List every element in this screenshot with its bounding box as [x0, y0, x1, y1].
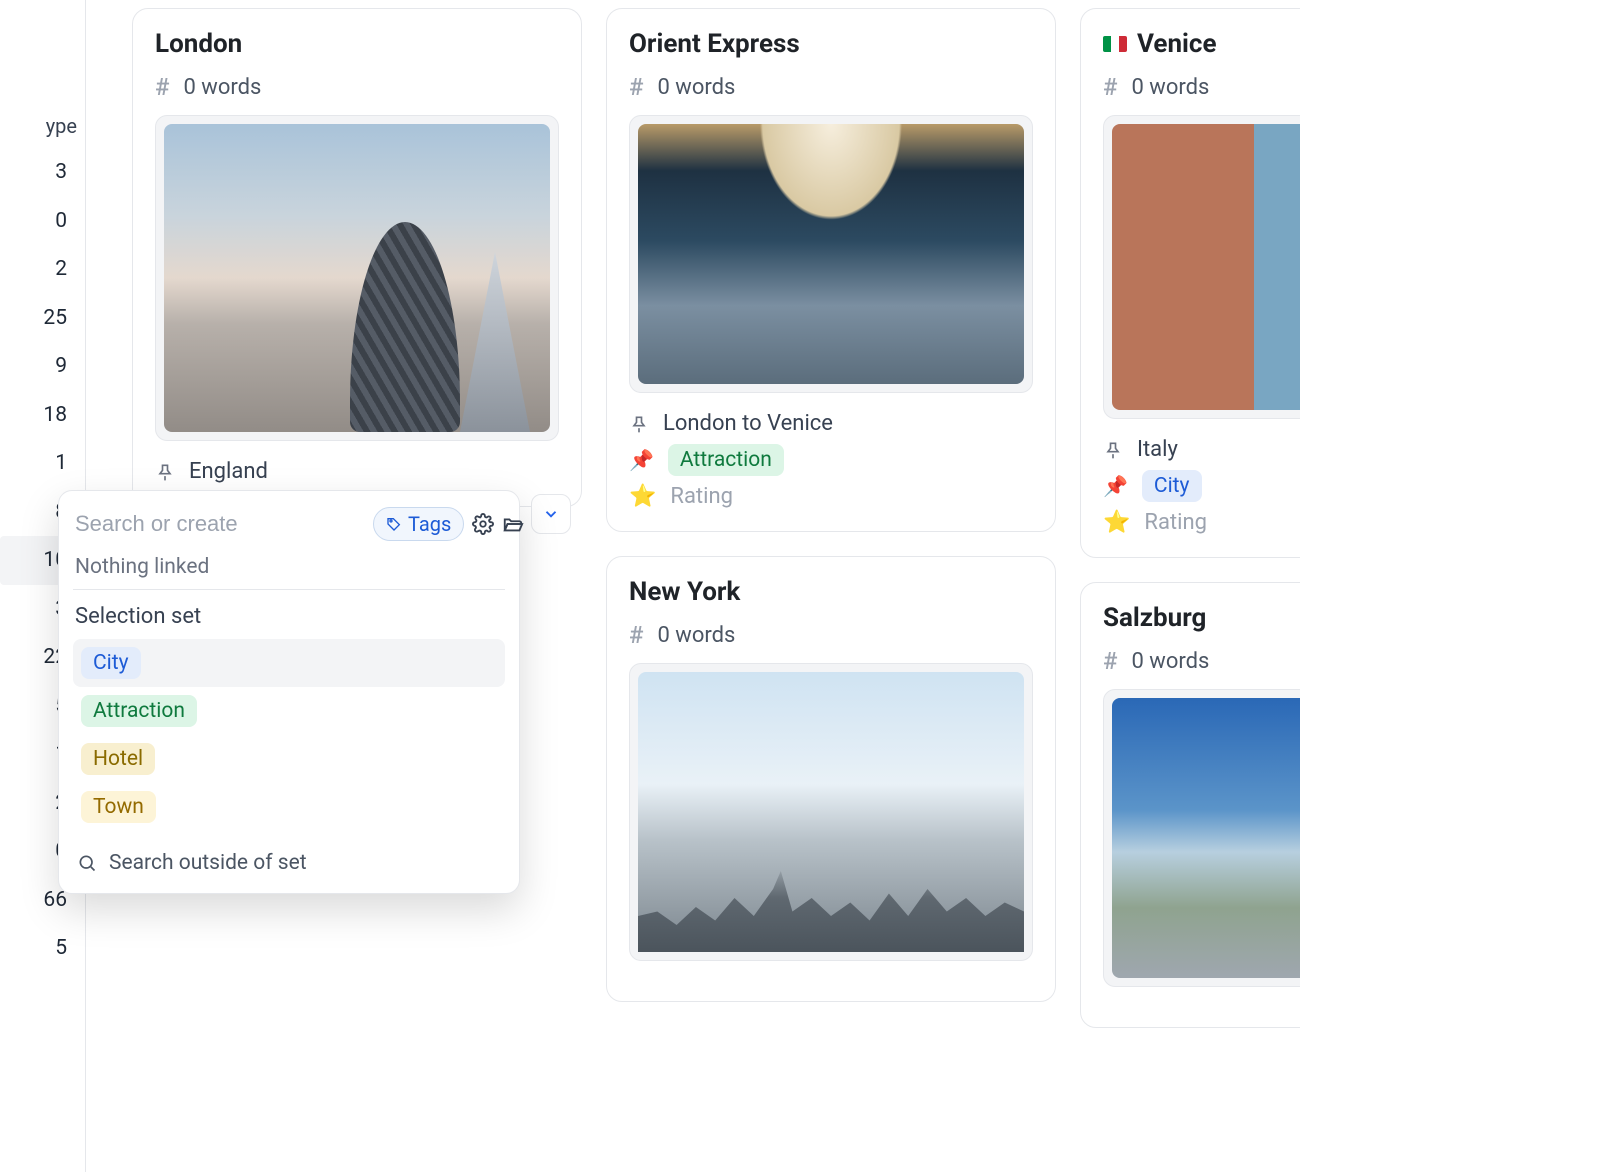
search-or-create-input[interactable]: [73, 510, 365, 538]
sidebar-count-row[interactable]: 25: [0, 294, 85, 343]
card-title: New York: [629, 577, 1033, 607]
word-count: 0 words: [657, 623, 735, 648]
settings-button[interactable]: [472, 508, 494, 540]
divider: [73, 589, 505, 590]
tag-dropdown-trigger[interactable]: [531, 494, 571, 534]
selection-set-item[interactable]: Attraction: [73, 687, 505, 735]
tag-chip: Attraction: [81, 695, 197, 727]
card-orient-express[interactable]: Orient Express # 0 words London to Venic…: [606, 8, 1056, 532]
search-icon: [77, 853, 97, 873]
sidebar-count-row[interactable]: 5: [0, 924, 85, 973]
card-thumbnail: [1103, 115, 1300, 419]
card-thumbnail: [629, 115, 1033, 393]
rating-label: Rating: [1144, 510, 1207, 535]
card-thumbnail: [1103, 689, 1300, 987]
card-title: Orient Express: [629, 29, 1033, 59]
star-icon: ⭐: [1103, 510, 1130, 535]
card-thumbnail: [155, 115, 559, 441]
card-title: Salzburg: [1103, 603, 1300, 633]
selection-set-label: Selection set: [75, 604, 503, 629]
sidebar-count-row[interactable]: 2: [0, 245, 85, 294]
hash-icon: #: [1103, 647, 1117, 675]
card-location: England: [189, 459, 268, 484]
nothing-linked-label: Nothing linked: [75, 555, 503, 579]
tag-chip: Town: [81, 791, 156, 823]
selection-set-item[interactable]: Hotel: [73, 735, 505, 783]
folder-open-icon: [502, 513, 524, 535]
card-title: Venice: [1103, 29, 1300, 59]
pin-icon: [1103, 440, 1123, 460]
star-icon: ⭐: [629, 484, 656, 509]
tags-filter-pill[interactable]: Tags: [373, 507, 464, 541]
tag-chip[interactable]: City: [1142, 470, 1202, 502]
pin-icon: [629, 414, 649, 434]
sidebar-count-row[interactable]: 18: [0, 391, 85, 440]
hash-icon: #: [629, 621, 643, 649]
sidebar-heading: ype: [0, 110, 85, 148]
tag-chip[interactable]: Attraction: [668, 444, 784, 476]
word-count: 0 words: [1131, 649, 1209, 674]
search-outside-of-set[interactable]: Search outside of set: [73, 845, 505, 875]
selection-set-item[interactable]: City: [73, 639, 505, 687]
hash-icon: #: [629, 73, 643, 101]
card-title: London: [155, 29, 559, 59]
card-venice[interactable]: Venice # 0 words Italy 📌 City ⭐ Rat: [1080, 8, 1300, 558]
selection-set-item[interactable]: Town: [73, 783, 505, 831]
rating-label: Rating: [670, 484, 733, 509]
tag-icon: [386, 516, 402, 532]
hash-icon: #: [1103, 73, 1117, 101]
sidebar-count-row[interactable]: 0: [0, 197, 85, 246]
card-location: London to Venice: [663, 411, 833, 436]
tag-chip: Hotel: [81, 743, 155, 775]
card-salzburg[interactable]: Salzburg # 0 words: [1080, 582, 1300, 1028]
gear-icon: [472, 513, 494, 535]
sidebar-count-row[interactable]: 9: [0, 342, 85, 391]
pin-icon: [155, 462, 175, 482]
chevron-down-icon: [542, 505, 560, 523]
card-thumbnail: [629, 663, 1033, 961]
card-new-york[interactable]: New York # 0 words: [606, 556, 1056, 1002]
word-count: 0 words: [1131, 75, 1209, 100]
flag-italy-icon: [1103, 36, 1127, 52]
sidebar-count-row[interactable]: 3: [0, 148, 85, 197]
tag-chip: City: [81, 647, 141, 679]
word-count: 0 words: [657, 75, 735, 100]
word-count: 0 words: [183, 75, 261, 100]
card-london[interactable]: London # 0 words England: [132, 8, 582, 507]
tag-popover: Tags Nothing linked Selection set City At…: [58, 490, 520, 894]
card-location: Italy: [1137, 437, 1178, 462]
sidebar-count-row[interactable]: 1: [0, 439, 85, 488]
pushpin-icon: 📌: [629, 448, 654, 472]
pushpin-icon: 📌: [1103, 474, 1128, 498]
hash-icon: #: [155, 73, 169, 101]
open-folder-button[interactable]: [502, 508, 524, 540]
